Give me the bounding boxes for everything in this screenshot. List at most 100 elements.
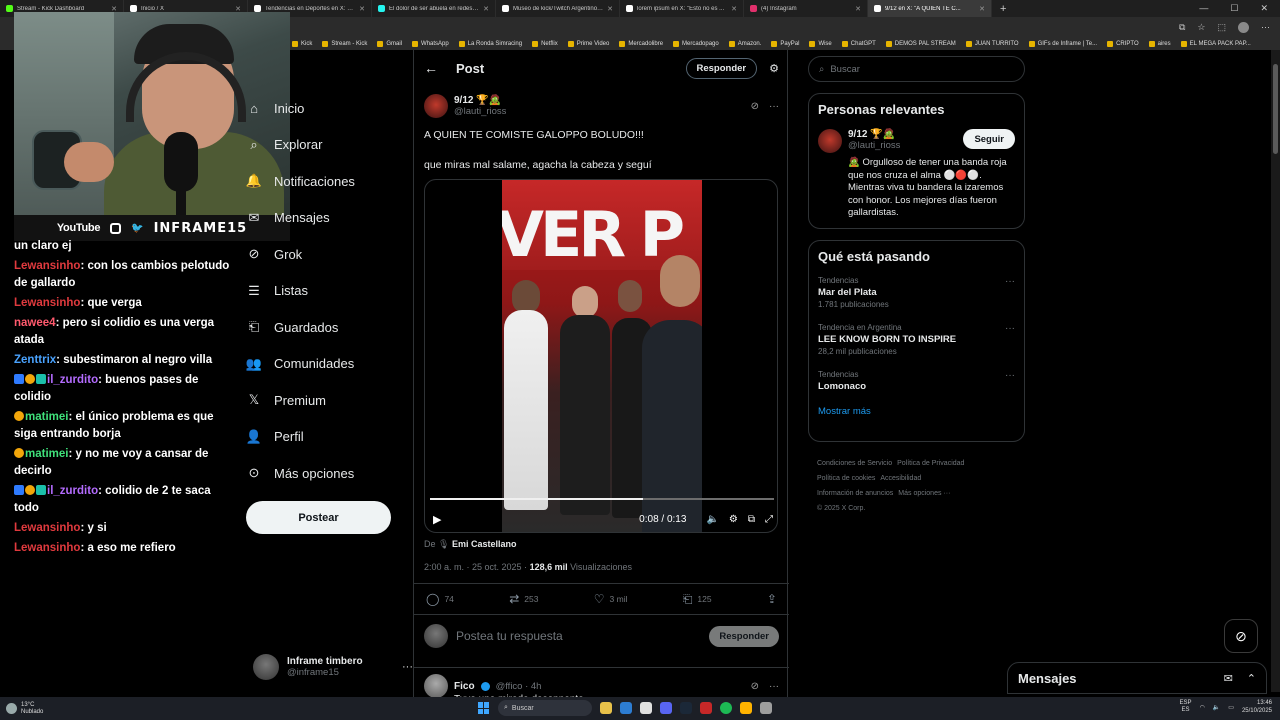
chrome-icon[interactable] — [640, 702, 652, 714]
tab-close-icon[interactable]: ✕ — [731, 5, 737, 13]
footer-link[interactable]: Accesibilidad — [880, 475, 921, 482]
bookmark-item[interactable]: WhatsApp — [412, 40, 449, 47]
relevant-name[interactable]: 9/12 🏆🧟 — [848, 129, 900, 140]
discord-icon[interactable] — [660, 702, 672, 714]
nav-item-notificaciones[interactable]: 🔔 Notificaciones — [246, 163, 411, 200]
tab-close-icon[interactable]: ✕ — [979, 5, 985, 13]
minimize-icon[interactable]: — — [1199, 3, 1208, 14]
close-window-icon[interactable]: ✕ — [1260, 3, 1268, 14]
spotify-icon[interactable] — [720, 702, 732, 714]
like-stat[interactable]: ♡ 3 mil — [594, 592, 628, 606]
pip-icon[interactable]: ⧉ — [748, 514, 755, 525]
video-player[interactable]: VER P ▶ 0:08 / 0:13 🔈 ⚙ ⧉ ⤢ — [424, 179, 778, 533]
tab-close-icon[interactable]: ✕ — [483, 5, 489, 13]
bookmark-item[interactable]: aires — [1148, 40, 1171, 47]
play-icon[interactable]: ▶ — [433, 513, 441, 526]
chat-username[interactable]: il_zurdito — [47, 485, 98, 497]
browser-tab[interactable]: (4) Instagram ✕ — [744, 0, 868, 17]
messages-drawer[interactable]: Mensajes ✉ ⌃ — [1007, 662, 1267, 694]
browser-tab[interactable]: lorem ipsum en X: "Esto no es ... ✕ — [620, 0, 744, 17]
nav-item-perfil[interactable]: 👤 Perfil — [246, 419, 411, 456]
bookmark-item[interactable]: Mercadopago — [673, 40, 719, 47]
weather-widget[interactable]: 13°C Nublado — [0, 702, 43, 716]
browser-menu-icon[interactable]: ⋯ — [1261, 22, 1270, 33]
bookmark-item[interactable]: EL MEGA PACK PAP... — [1180, 40, 1251, 47]
reply-header-button[interactable]: Responder — [685, 57, 758, 79]
source-name[interactable]: Emi Castellano — [452, 539, 517, 549]
grok-icon[interactable]: ⊘ — [751, 681, 759, 692]
footer-link[interactable]: © 2025 X Corp. — [817, 505, 865, 512]
footer-link[interactable]: Política de cookies — [817, 475, 875, 482]
follow-button[interactable]: Seguir — [963, 129, 1015, 149]
reply-author-name[interactable]: Fico — [454, 681, 475, 692]
new-message-icon[interactable]: ✉ — [1224, 672, 1233, 685]
footer-link[interactable]: Más opciones ··· — [898, 490, 950, 497]
author-handle[interactable]: @lauti_rioss — [454, 106, 506, 117]
chat-username[interactable]: il_zurdito — [47, 374, 98, 386]
volume-icon[interactable]: 🔈 — [1213, 704, 1220, 711]
trend-more-icon[interactable]: ··· — [1005, 370, 1015, 381]
browser-tab[interactable]: 9/12 en X: "A QUIEN TE C... ✕ — [868, 0, 992, 17]
show-more-link[interactable]: Mostrar más — [818, 406, 1015, 417]
bookmark-item[interactable]: GIFs de Inframe | Te... — [1028, 40, 1097, 47]
tab-close-icon[interactable]: ✕ — [607, 5, 613, 13]
bookmark-item[interactable]: DEMOS PAL STREAM — [885, 40, 956, 47]
bookmark-item[interactable]: ChatGPT — [841, 40, 876, 47]
bookmark-item[interactable]: La Ronda Simracing — [458, 40, 522, 47]
video-progress-bar[interactable] — [430, 498, 774, 500]
windows-start-icon[interactable] — [478, 702, 490, 714]
author-avatar[interactable] — [424, 94, 448, 118]
footer-link[interactable]: Información de anuncios — [817, 490, 893, 497]
profile-avatar[interactable] — [1238, 21, 1249, 33]
trend-item[interactable]: Tendencias Lomonaco ··· — [818, 370, 1015, 392]
reply-submit-button[interactable]: Responder — [709, 625, 779, 647]
app-icon[interactable] — [740, 702, 752, 714]
reply-input[interactable]: Postea tu respuesta — [456, 629, 563, 643]
bookmark-item[interactable]: Kick — [292, 40, 312, 47]
nav-item-mensajes[interactable]: ✉ Mensajes — [246, 200, 411, 237]
app-icon[interactable] — [760, 702, 772, 714]
trend-item[interactable]: Tendencia en Argentina LEE KNOW BORN TO I… — [818, 323, 1015, 356]
trend-item[interactable]: Tendencias Mar del Plata 1.781 publicacion… — [818, 276, 1015, 309]
reply-more-icon[interactable]: ··· — [769, 681, 779, 692]
bookmark-star-icon[interactable]: ☆ — [1197, 22, 1205, 33]
author-name[interactable]: 9/12 🏆🧟 — [454, 95, 506, 106]
bookmark-item[interactable]: JUAN TURRITO — [965, 40, 1019, 47]
nav-item-grok[interactable]: ⊘ Grok — [246, 236, 411, 273]
chat-username[interactable]: nawee4 — [14, 317, 56, 329]
new-tab-button[interactable]: + — [992, 3, 1014, 15]
edge-icon[interactable] — [620, 702, 632, 714]
fullscreen-icon[interactable]: ⤢ — [765, 514, 773, 525]
wifi-icon[interactable]: ◠ — [1200, 704, 1205, 711]
sliders-icon[interactable]: ⚙ — [769, 62, 779, 75]
chat-username[interactable]: Lewansinho — [14, 260, 80, 272]
bookmark-item[interactable]: Gmail — [377, 40, 402, 47]
language-indicator[interactable]: ESP ES — [1180, 700, 1192, 714]
battery-icon[interactable]: ▭ — [1228, 704, 1234, 711]
file-explorer-icon[interactable] — [600, 702, 612, 714]
extensions-icon[interactable]: ⬚ — [1217, 22, 1226, 33]
tab-close-icon[interactable]: ✕ — [855, 5, 861, 13]
nav-item-explorar[interactable]: ⌕ Explorar — [246, 127, 411, 164]
trend-more-icon[interactable]: ··· — [1005, 276, 1015, 287]
more-icon[interactable]: ··· — [402, 661, 413, 673]
bookmark-item[interactable]: CRIPTO — [1107, 40, 1139, 47]
taskbar-search[interactable]: ⌕ Buscar — [498, 700, 592, 716]
bookmark-stat[interactable]: ⎗ 125 — [683, 592, 712, 607]
trend-more-icon[interactable]: ··· — [1005, 323, 1015, 334]
bookmark-item[interactable]: Wise — [809, 40, 832, 47]
volume-icon[interactable]: 🔈 — [706, 514, 718, 525]
post-timestamp[interactable]: 2:00 a. m. · 25 oct. 2025 · — [424, 562, 530, 572]
share-stat[interactable]: ⇪ — [767, 592, 777, 606]
steam-icon[interactable] — [680, 702, 692, 714]
grok-floating-icon[interactable]: ⊘ — [1224, 619, 1258, 653]
chat-username[interactable]: Lewansinho — [14, 297, 80, 309]
settings-icon[interactable]: ⚙ — [729, 514, 738, 525]
chat-username[interactable]: matimei — [25, 411, 68, 423]
nav-item-comunidades[interactable]: 👥 Comunidades — [246, 346, 411, 383]
nav-item-inicio[interactable]: ⌂ Inicio — [246, 90, 411, 127]
search-input[interactable]: ⌕ Buscar — [808, 56, 1025, 82]
footer-link[interactable]: Condiciones de Servicio — [817, 460, 892, 467]
repost-stat[interactable]: ⇄ 253 — [509, 592, 538, 606]
chat-username[interactable]: Lewansinho — [14, 522, 80, 534]
